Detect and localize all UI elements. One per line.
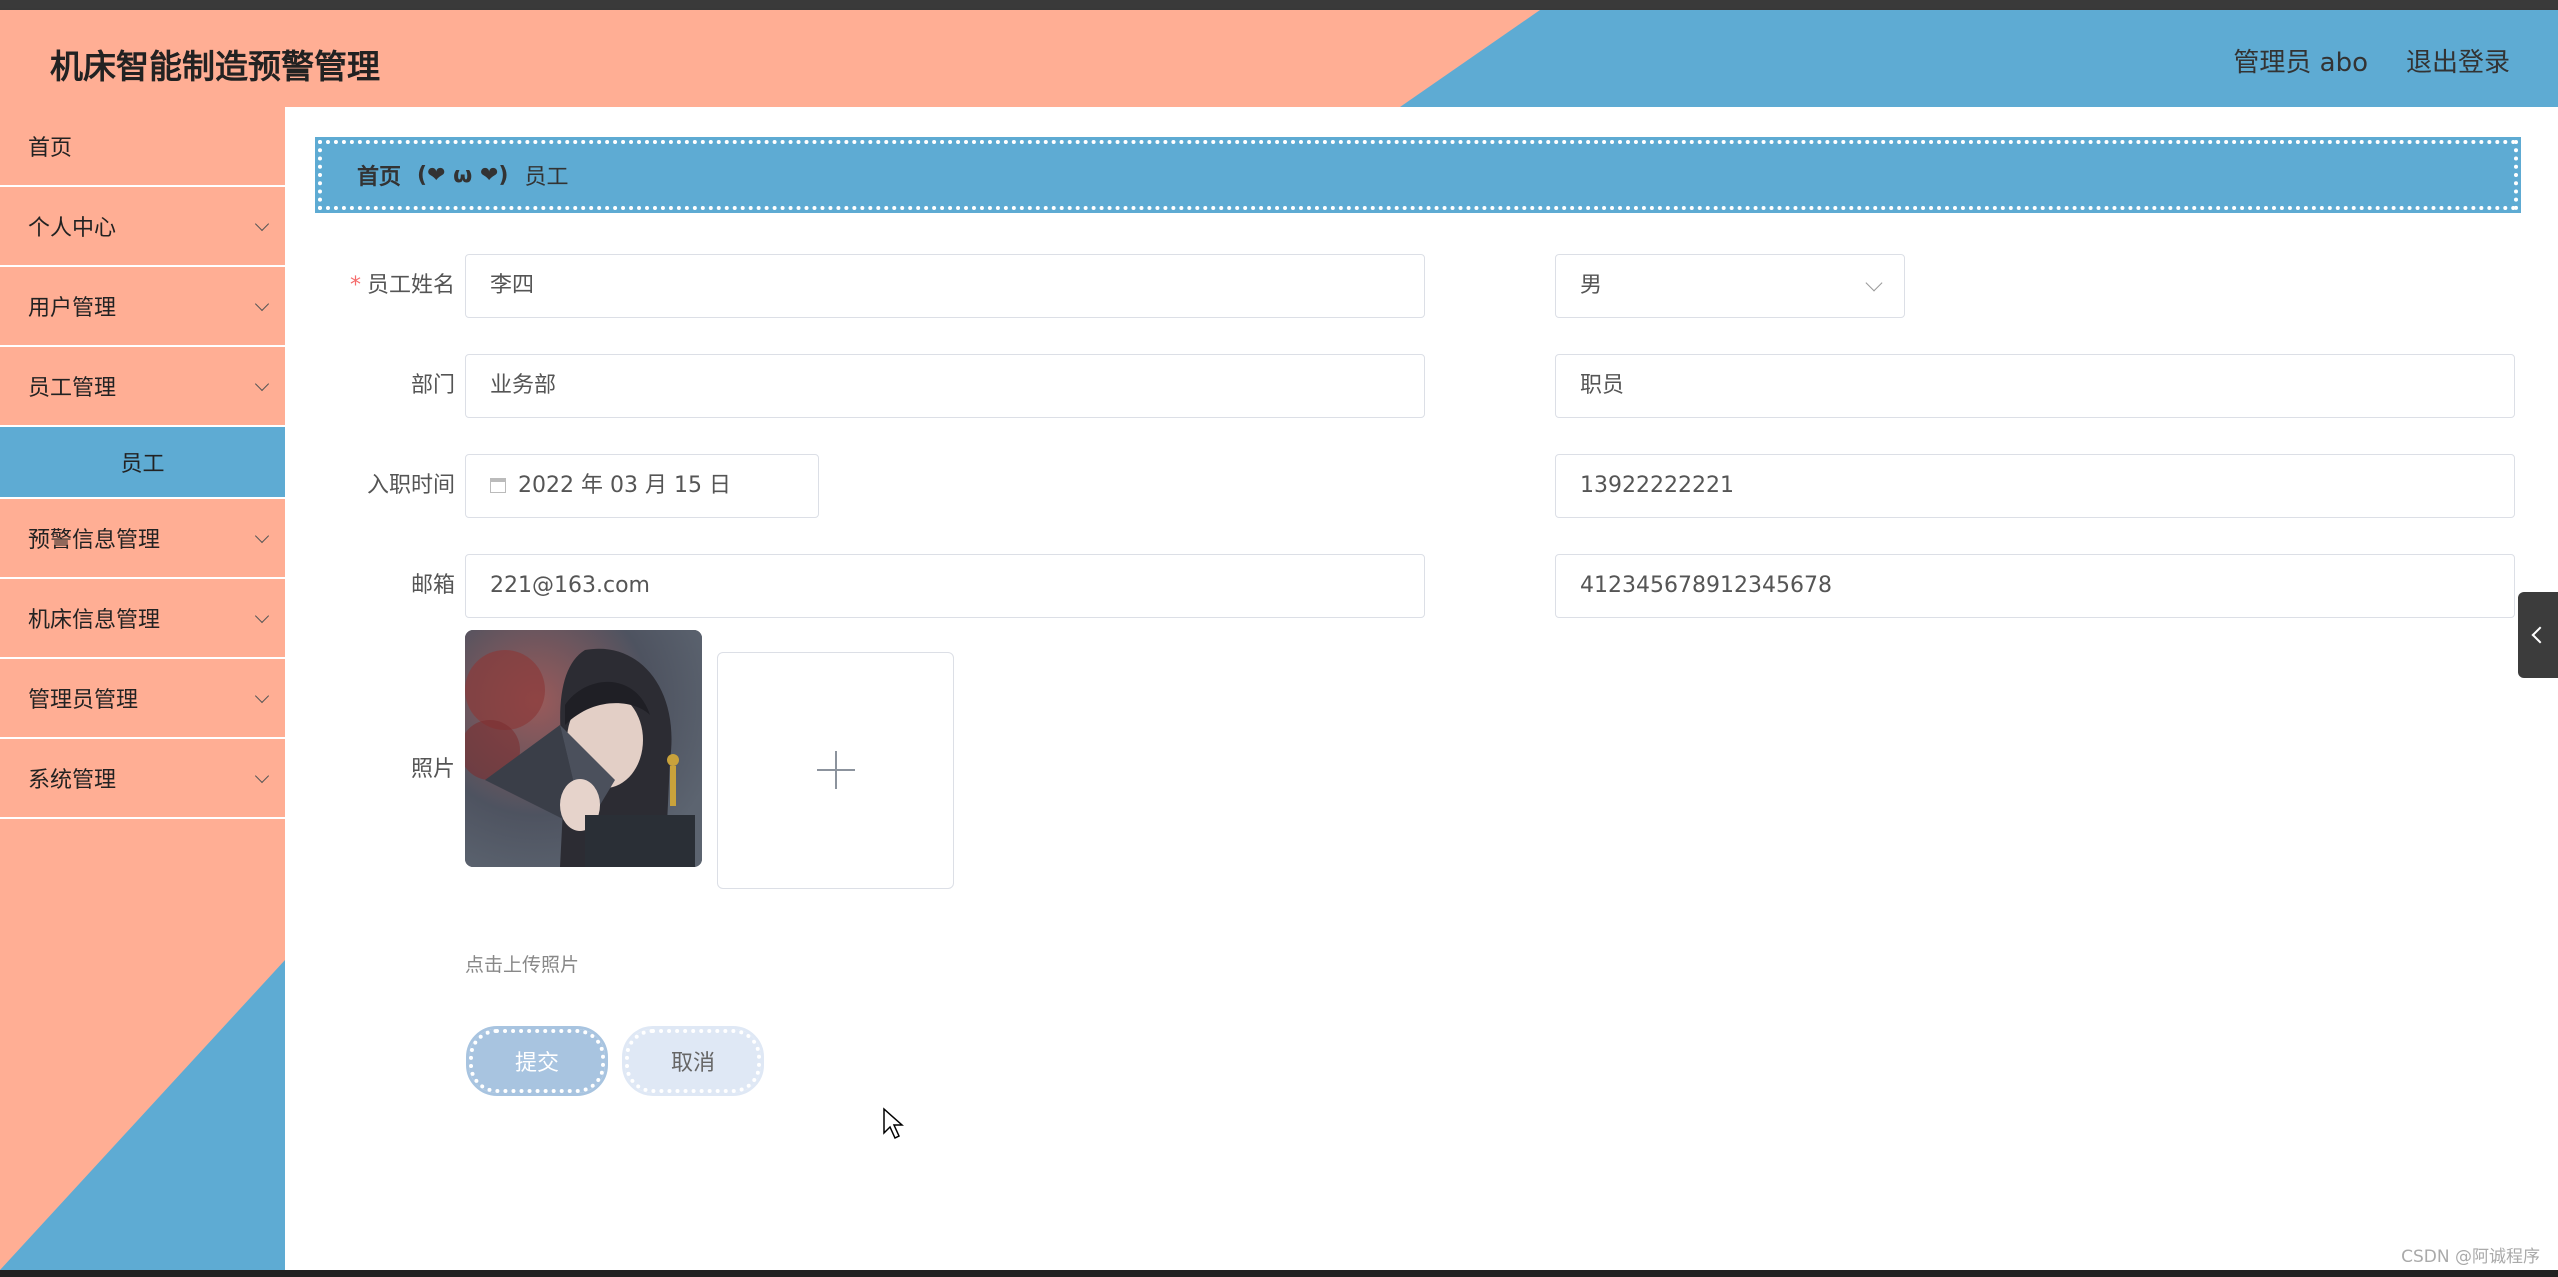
app-title: 机床智能制造预警管理	[50, 47, 380, 86]
photo-upload-hint: 点击上传照片	[465, 954, 580, 976]
collapse-panel-handle[interactable]	[2518, 592, 2558, 678]
top-header: 机床智能制造预警管理 管理员 abo 退出登录	[0, 10, 2558, 107]
join-date-value: 2022 年 03 月 15 日	[518, 473, 731, 498]
mouse-cursor-icon	[883, 1107, 904, 1140]
chevron-down-icon	[254, 768, 270, 784]
app-window: 机床智能制造预警管理 管理员 abo 退出登录 首页 个人中心 用户管理 员工管…	[0, 0, 2558, 1277]
name-label: * 员工姓名	[305, 254, 455, 318]
chevron-down-icon	[254, 688, 270, 704]
sidebar-item-system-management[interactable]: 系统管理	[0, 739, 285, 819]
main-content: 首页 (❤ ω ❤) 员工 *员工姓名 李四 性别 男 部门 业务部 职位 职员…	[285, 107, 2558, 1270]
sidebar-item-label: 员工	[120, 452, 165, 477]
sidebar-item-machine-management[interactable]: 机床信息管理	[0, 579, 285, 659]
position-input[interactable]: 职员	[1555, 354, 2515, 418]
sidebar-subitem-employee[interactable]: 员工	[0, 427, 285, 499]
contact-input[interactable]: 13922222221	[1555, 454, 2515, 518]
sidebar-item-label: 预警信息管理	[28, 528, 161, 553]
email-input[interactable]: 221@163.com	[465, 554, 1425, 618]
sidebar-item-label: 首页	[28, 136, 73, 161]
photo-label: 照片	[410, 757, 455, 782]
cancel-button[interactable]: 取消	[622, 1026, 764, 1096]
sidebar-item-warning-management[interactable]: 预警信息管理	[0, 499, 285, 579]
gender-select-value: 男	[1580, 273, 1603, 298]
sidebar-item-personal-center[interactable]: 个人中心	[0, 187, 285, 267]
plus-icon	[835, 751, 837, 789]
sidebar-item-home[interactable]: 首页	[0, 107, 285, 187]
browser-bottom-strip	[0, 1270, 2558, 1277]
join-date-label: 入职时间	[366, 473, 455, 498]
calendar-icon	[490, 478, 506, 493]
photo-upload-box[interactable]	[717, 652, 954, 889]
idcard-input[interactable]: 412345678912345678	[1555, 554, 2515, 618]
chevron-left-icon	[2531, 626, 2549, 644]
breadcrumb: 首页 (❤ ω ❤) 员工	[315, 137, 2521, 213]
required-mark: *	[349, 273, 361, 298]
chevron-down-icon	[1865, 274, 1883, 292]
chevron-down-icon	[254, 296, 270, 312]
chevron-down-icon	[254, 216, 270, 232]
gender-select[interactable]: 男	[1555, 254, 1905, 318]
browser-top-strip	[0, 0, 2558, 10]
department-input[interactable]: 业务部	[465, 354, 1425, 418]
sidebar-item-label: 机床信息管理	[28, 608, 161, 633]
sidebar-item-label: 个人中心	[28, 216, 117, 241]
sidebar-item-admin-management[interactable]: 管理员管理	[0, 659, 285, 739]
employee-photo-image	[465, 630, 702, 867]
sidebar-item-employee-management[interactable]: 员工管理	[0, 347, 285, 427]
sidebar: 首页 个人中心 用户管理 员工管理 员工 预警信息管理 机床信息管理 管理员管理	[0, 107, 285, 1270]
department-label: 部门	[410, 373, 455, 398]
breadcrumb-current: 员工	[524, 165, 569, 190]
employee-photo[interactable]	[465, 630, 702, 867]
chevron-down-icon	[254, 528, 270, 544]
watermark: CSDN @阿诚程序	[2401, 1247, 2540, 1267]
sidebar-item-label: 用户管理	[28, 296, 117, 321]
name-label-text: 员工姓名	[366, 273, 455, 298]
email-label: 邮箱	[410, 573, 455, 598]
chevron-down-icon	[254, 376, 270, 392]
join-date-picker[interactable]: 2022 年 03 月 15 日	[465, 454, 819, 518]
sidebar-blue-corner	[0, 960, 285, 1270]
chevron-down-icon	[254, 608, 270, 624]
sidebar-item-label: 系统管理	[28, 768, 117, 793]
breadcrumb-separator: (❤ ω ❤)	[417, 162, 509, 188]
current-user: 管理员 abo	[2233, 48, 2368, 78]
logout-link[interactable]: 退出登录	[2406, 42, 2510, 79]
sidebar-item-label: 员工管理	[28, 376, 117, 401]
name-input[interactable]: 李四	[465, 254, 1425, 318]
breadcrumb-home[interactable]: 首页	[357, 159, 401, 191]
user-area: 管理员 abo 退出登录	[2233, 42, 2510, 79]
submit-button[interactable]: 提交	[466, 1026, 608, 1096]
sidebar-item-label: 管理员管理	[28, 688, 139, 713]
sidebar-item-user-management[interactable]: 用户管理	[0, 267, 285, 347]
